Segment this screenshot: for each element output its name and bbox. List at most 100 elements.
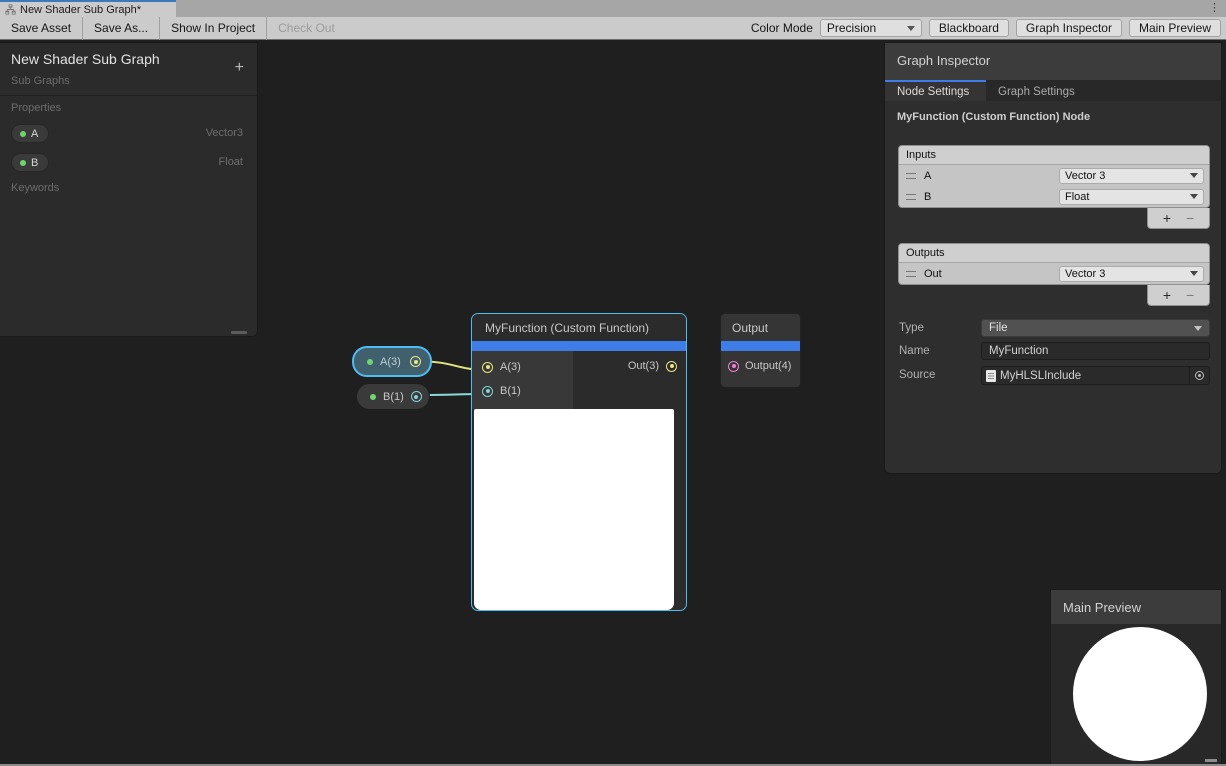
- drag-handle-icon[interactable]: [906, 173, 916, 179]
- port-vector3-icon[interactable]: [482, 362, 493, 373]
- property-type-b: Float: [219, 156, 243, 168]
- graph-canvas[interactable]: New Shader Sub Graph + Sub Graphs Proper…: [0, 40, 1226, 766]
- input-port-row-b: B(1): [482, 385, 521, 397]
- remove-output-button[interactable]: −: [1186, 288, 1194, 302]
- graph-inspector-toggle-button[interactable]: Graph Inspector: [1016, 19, 1122, 37]
- name-label: Name: [899, 345, 930, 357]
- shader-graph-window: New Shader Sub Graph* ⋮ Save Asset Save …: [0, 0, 1226, 766]
- inspector-title: Graph Inspector: [897, 53, 990, 68]
- inspector-tabs: Node Settings Graph Settings: [885, 80, 1221, 101]
- name-input[interactable]: MyFunction: [981, 342, 1210, 360]
- chevron-down-icon: [1190, 271, 1198, 276]
- input-type-value: Vector 3: [1065, 170, 1105, 182]
- add-input-button[interactable]: +: [1163, 211, 1171, 225]
- blackboard-subtitle: Sub Graphs: [11, 75, 70, 87]
- drag-handle-icon[interactable]: [906, 194, 916, 200]
- window-menu-icon[interactable]: ⋮: [1209, 1, 1220, 16]
- tab-new-shader-sub-graph[interactable]: New Shader Sub Graph*: [0, 0, 176, 17]
- node-settings-heading: MyFunction (Custom Function) Node: [897, 111, 1090, 123]
- source-object-field[interactable]: MyHLSLInclude: [981, 366, 1210, 385]
- exposed-dot-icon: [20, 131, 26, 137]
- window-tab-bar: New Shader Sub Graph* ⋮: [0, 0, 1226, 17]
- divider: [0, 95, 257, 96]
- output-name: Out: [924, 268, 942, 280]
- tab-node-settings[interactable]: Node Settings: [885, 80, 986, 101]
- input-type-value: Float: [1065, 191, 1089, 203]
- main-preview-resize-handle[interactable]: [1205, 759, 1217, 762]
- input-type-dropdown-a[interactable]: Vector 3: [1059, 168, 1204, 184]
- output-port-row-out: Out(3): [628, 360, 677, 372]
- blackboard-resize-handle[interactable]: [231, 331, 247, 334]
- toolbar-right-group: Color Mode Precision Blackboard Graph In…: [751, 19, 1226, 37]
- drag-handle-icon[interactable]: [906, 271, 916, 277]
- property-pill-a[interactable]: A: [11, 124, 49, 143]
- port-vector3-icon[interactable]: [410, 356, 421, 367]
- blackboard-toggle-button[interactable]: Blackboard: [929, 19, 1009, 37]
- outputs-list-header: Outputs: [899, 244, 1209, 263]
- port-float-icon[interactable]: [411, 391, 422, 402]
- exposed-dot-icon: [20, 160, 26, 166]
- exposed-dot-icon: [370, 394, 376, 400]
- tab-graph-settings[interactable]: Graph Settings: [986, 80, 1087, 101]
- shader-graph-toolbar: Save Asset Save As... Show In Project Ch…: [0, 17, 1226, 40]
- add-output-button[interactable]: +: [1163, 288, 1171, 302]
- inputs-list-header: Inputs: [899, 146, 1209, 165]
- keywords-section-label: Keywords: [11, 182, 59, 194]
- node-input-column: [472, 351, 573, 409]
- show-in-project-button[interactable]: Show In Project: [160, 17, 267, 40]
- outputs-list: Outputs Out Vector 3: [898, 243, 1210, 285]
- main-preview-header: Main Preview: [1051, 590, 1221, 624]
- inputs-list: Inputs A Vector 3 B Float: [898, 145, 1210, 208]
- port-vector4-icon[interactable]: [728, 361, 739, 372]
- property-pill-label: B: [31, 157, 38, 169]
- main-preview-title: Main Preview: [1063, 600, 1141, 615]
- property-node-label: B(1): [383, 391, 404, 403]
- type-value: File: [989, 322, 1008, 334]
- main-preview-body[interactable]: [1051, 624, 1221, 765]
- input-port-row-output: Output(4): [721, 360, 800, 372]
- chevron-down-icon: [1190, 194, 1198, 199]
- custom-function-node[interactable]: MyFunction (Custom Function) A(3) B(1) O…: [471, 313, 687, 611]
- port-vector3-icon[interactable]: [666, 361, 677, 372]
- source-value: MyHLSLInclude: [1000, 370, 1081, 382]
- input-type-dropdown-b[interactable]: Float: [1059, 189, 1204, 205]
- property-node-b[interactable]: B(1): [356, 383, 430, 410]
- type-dropdown[interactable]: File: [981, 319, 1210, 337]
- property-node-a[interactable]: A(3): [352, 346, 432, 377]
- node-color-bar: [472, 341, 686, 351]
- port-float-icon[interactable]: [482, 386, 493, 397]
- node-color-bar: [721, 341, 800, 351]
- main-preview-panel: Main Preview: [1050, 589, 1222, 764]
- blackboard-title: New Shader Sub Graph: [11, 51, 160, 67]
- property-pill-b[interactable]: B: [11, 153, 49, 172]
- name-value: MyFunction: [989, 345, 1048, 357]
- output-type-value: Vector 3: [1065, 268, 1105, 280]
- color-mode-dropdown[interactable]: Precision: [820, 19, 922, 37]
- shader-sub-graph-icon: [5, 4, 16, 15]
- file-icon: [986, 370, 996, 382]
- add-property-button[interactable]: +: [235, 61, 244, 75]
- outputs-row-out[interactable]: Out Vector 3: [899, 263, 1209, 284]
- remove-input-button[interactable]: −: [1186, 211, 1194, 225]
- output-node[interactable]: Output Output(4): [720, 313, 801, 388]
- source-label: Source: [899, 369, 935, 381]
- input-port-row-a: A(3): [482, 361, 521, 373]
- save-asset-button[interactable]: Save Asset: [0, 17, 83, 40]
- inputs-list-footer: + −: [1147, 208, 1210, 229]
- chevron-down-icon: [1190, 173, 1198, 178]
- port-label: A(3): [500, 361, 521, 373]
- main-preview-toggle-button[interactable]: Main Preview: [1129, 19, 1221, 37]
- port-label: B(1): [500, 385, 521, 397]
- inputs-row-a[interactable]: A Vector 3: [899, 165, 1209, 186]
- output-type-dropdown[interactable]: Vector 3: [1059, 266, 1204, 282]
- type-label: Type: [899, 322, 924, 334]
- property-pill-label: A: [31, 128, 38, 140]
- check-out-button: Check Out: [267, 17, 346, 40]
- inputs-row-b[interactable]: B Float: [899, 186, 1209, 207]
- save-as-button[interactable]: Save As...: [83, 17, 160, 40]
- properties-section-label: Properties: [11, 102, 61, 114]
- outputs-list-footer: + −: [1147, 285, 1210, 306]
- input-name: B: [924, 191, 931, 203]
- preview-sphere: [1073, 627, 1207, 761]
- object-picker-icon[interactable]: [1189, 367, 1209, 384]
